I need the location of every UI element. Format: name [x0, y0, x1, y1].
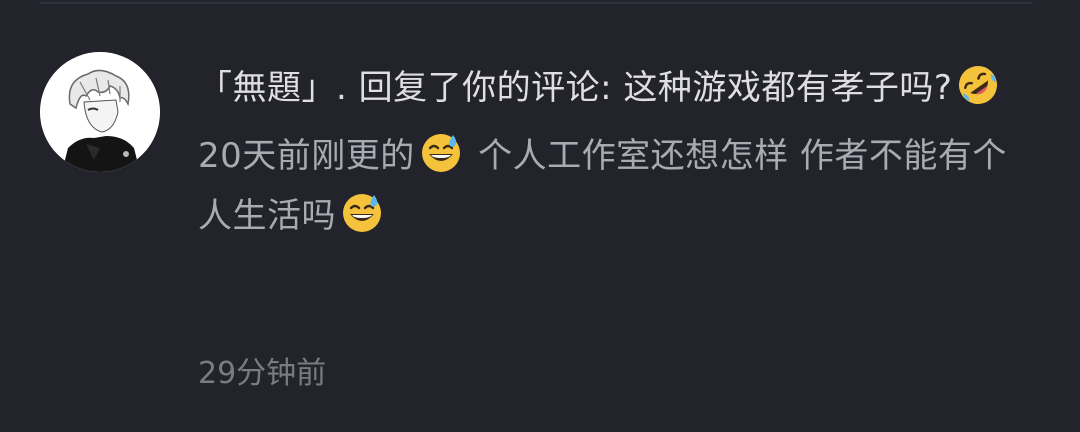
notification-item[interactable]: 「無題」. 回复了你的评论: 这种游戏都有孝子吗? 20天前刚更的 个人工作室还…: [0, 0, 1080, 432]
grinning-sweat-icon: [343, 194, 381, 232]
reply-text: 「無題」. 回复了你的评论: 这种游戏都有孝子吗?: [198, 58, 1038, 118]
timestamp: 29分钟前: [198, 356, 327, 391]
divider: [40, 2, 1032, 4]
comment-text-part-1: 20天前刚更的: [198, 136, 415, 176]
comment-text: 20天前刚更的 个人工作室还想怎样 作者不能有个人生活吗: [198, 126, 1038, 246]
avatar[interactable]: [40, 52, 160, 172]
replier-name[interactable]: 「無題」: [198, 68, 336, 108]
avatar-image: [40, 52, 160, 172]
reply-action-text: . 回复了你的评论: 这种游戏都有孝子吗?: [336, 68, 953, 108]
grinning-sweat-icon: [421, 134, 460, 172]
rolling-on-floor-laughing-icon: [959, 66, 998, 104]
notification-content[interactable]: 「無題」. 回复了你的评论: 这种游戏都有孝子吗? 20天前刚更的 个人工作室还…: [198, 58, 1038, 246]
